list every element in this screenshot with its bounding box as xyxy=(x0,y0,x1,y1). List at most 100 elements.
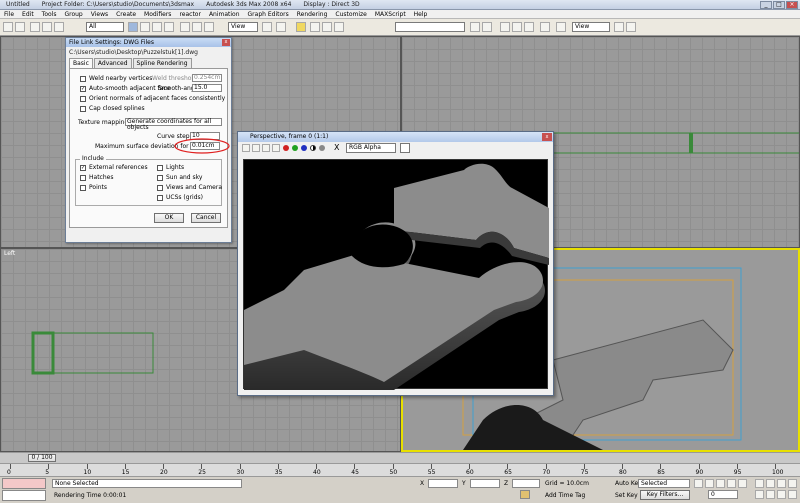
select-by-name-icon[interactable] xyxy=(140,22,150,32)
ok-button[interactable]: OK xyxy=(154,213,184,223)
key-filters-button[interactable]: Key Filters... xyxy=(640,490,690,500)
hatches-checkbox[interactable]: Hatches xyxy=(80,174,113,181)
weld-threshold-field[interactable]: 0.254cm xyxy=(192,74,222,82)
close-button[interactable]: × xyxy=(786,0,798,9)
key-mode-select[interactable]: Selected xyxy=(638,479,690,488)
menu-maxscript[interactable]: MAXScript xyxy=(371,11,410,18)
maximize-viewport-icon[interactable] xyxy=(788,490,797,499)
menu-modifiers[interactable]: Modifiers xyxy=(140,11,175,18)
selection-filter-select[interactable]: All xyxy=(86,22,124,32)
z-coord-field[interactable] xyxy=(512,479,540,488)
zoom-icon[interactable] xyxy=(755,479,764,488)
time-slider-thumb[interactable]: 0 / 100 xyxy=(28,454,56,462)
link-icon[interactable] xyxy=(30,22,40,32)
menu-graph-editors[interactable]: Graph Editors xyxy=(244,11,293,18)
orbit-icon[interactable] xyxy=(777,490,786,499)
pivot-center-icon[interactable] xyxy=(262,22,272,32)
track-bar[interactable]: 0 5 10 15 20 25 30 35 40 45 50 55 60 65 70 75 80 85 90 95 10… xyxy=(0,463,800,477)
go-to-start-icon[interactable] xyxy=(694,479,703,488)
render-view-select[interactable]: View xyxy=(572,22,610,32)
print-image-icon[interactable] xyxy=(272,144,280,152)
previous-frame-icon[interactable] xyxy=(705,479,714,488)
unlink-icon[interactable] xyxy=(42,22,52,32)
align-icon[interactable] xyxy=(482,22,492,32)
render-last-icon[interactable] xyxy=(626,22,636,32)
auto-smooth-checkbox[interactable]: ✓ Auto-smooth adjacent face xyxy=(80,85,170,92)
select-manipulate-icon[interactable] xyxy=(276,22,286,32)
clear-icon[interactable]: X xyxy=(334,143,339,152)
tab-basic[interactable]: Basic xyxy=(69,58,93,68)
alpha-channel-icon[interactable] xyxy=(310,145,316,151)
menu-reactor[interactable]: reactor xyxy=(175,11,205,18)
orient-normals-checkbox[interactable]: Orient normals of adjacent faces consist… xyxy=(80,95,225,102)
maxscript-listener-mini[interactable] xyxy=(2,478,46,489)
menu-edit[interactable]: Edit xyxy=(18,11,38,18)
tab-spline-rendering[interactable]: Spline Rendering xyxy=(132,58,192,68)
next-frame-icon[interactable] xyxy=(727,479,736,488)
undo-icon[interactable] xyxy=(3,22,13,32)
monochrome-icon[interactable] xyxy=(319,145,325,151)
rectangular-selection-icon[interactable] xyxy=(152,22,162,32)
pan-icon[interactable] xyxy=(766,490,775,499)
views-and-camera-checkbox[interactable]: Views and Camera xyxy=(157,184,222,191)
select-rotate-icon[interactable] xyxy=(192,22,202,32)
select-scale-icon[interactable] xyxy=(204,22,214,32)
clone-window-icon[interactable] xyxy=(262,144,270,152)
menu-customize[interactable]: Customize xyxy=(331,11,371,18)
dialog-close-icon[interactable]: x xyxy=(222,39,230,46)
sun-and-sky-checkbox[interactable]: Sun and sky xyxy=(157,174,202,181)
select-move-icon[interactable] xyxy=(180,22,190,32)
render-setup-icon[interactable] xyxy=(556,22,566,32)
cap-closed-splines-checkbox[interactable]: Cap closed splines xyxy=(80,105,145,112)
menu-create[interactable]: Create xyxy=(112,11,140,18)
cancel-button[interactable]: Cancel xyxy=(191,213,221,223)
menu-group[interactable]: Group xyxy=(60,11,86,18)
material-editor-icon[interactable] xyxy=(540,22,550,32)
snaps-toggle-icon[interactable] xyxy=(296,22,306,32)
menu-rendering[interactable]: Rendering xyxy=(293,11,332,18)
menu-views[interactable]: Views xyxy=(87,11,112,18)
quick-render-icon[interactable] xyxy=(614,22,624,32)
menu-file[interactable]: File xyxy=(0,11,18,18)
minimize-button[interactable]: _ xyxy=(760,0,772,9)
zoom-all-icon[interactable] xyxy=(766,479,775,488)
x-coord-field[interactable] xyxy=(428,479,458,488)
named-selection-sets-input[interactable] xyxy=(395,22,465,32)
maximize-button[interactable]: □ xyxy=(773,0,785,9)
y-coord-field[interactable] xyxy=(470,479,500,488)
lights-checkbox[interactable]: Lights xyxy=(157,164,184,171)
zoom-extents-all-icon[interactable] xyxy=(788,479,797,488)
angle-snap-icon[interactable] xyxy=(310,22,320,32)
menu-tools[interactable]: Tools xyxy=(38,11,61,18)
green-channel-icon[interactable] xyxy=(292,145,298,151)
percent-snap-icon[interactable] xyxy=(322,22,332,32)
play-icon[interactable] xyxy=(716,479,725,488)
redo-icon[interactable] xyxy=(15,22,25,32)
time-slider-track[interactable]: 0 / 100 xyxy=(0,452,800,463)
weld-checkbox[interactable]: Weld nearby vertices xyxy=(80,75,152,82)
tab-advanced[interactable]: Advanced xyxy=(93,58,132,68)
zoom-extents-icon[interactable] xyxy=(777,479,786,488)
curve-editor-icon[interactable] xyxy=(512,22,522,32)
key-icon[interactable] xyxy=(520,490,530,499)
menu-animation[interactable]: Animation xyxy=(205,11,244,18)
external-references-checkbox[interactable]: ✓ External references xyxy=(80,164,148,171)
layer-manager-icon[interactable] xyxy=(500,22,510,32)
field-of-view-icon[interactable] xyxy=(755,490,764,499)
go-to-end-icon[interactable] xyxy=(738,479,747,488)
render-window-close-icon[interactable]: x xyxy=(542,133,552,141)
blue-channel-icon[interactable] xyxy=(301,145,307,151)
copy-image-icon[interactable] xyxy=(252,144,260,152)
bind-space-warp-icon[interactable] xyxy=(54,22,64,32)
channel-display-select[interactable]: RGB Alpha xyxy=(346,143,396,153)
window-crossing-icon[interactable] xyxy=(164,22,174,32)
color-swatch[interactable] xyxy=(400,143,410,153)
save-image-icon[interactable] xyxy=(242,144,250,152)
add-time-tag[interactable]: Add Time Tag xyxy=(545,492,585,499)
red-channel-icon[interactable] xyxy=(283,145,289,151)
smooth-angle-field[interactable]: 15.0 xyxy=(192,84,222,92)
texture-mapping-select[interactable]: Generate coordinates for all objects xyxy=(125,118,222,131)
spinner-snap-icon[interactable] xyxy=(334,22,344,32)
set-key-button[interactable]: Set Key xyxy=(615,492,638,499)
menu-help[interactable]: Help xyxy=(410,11,432,18)
